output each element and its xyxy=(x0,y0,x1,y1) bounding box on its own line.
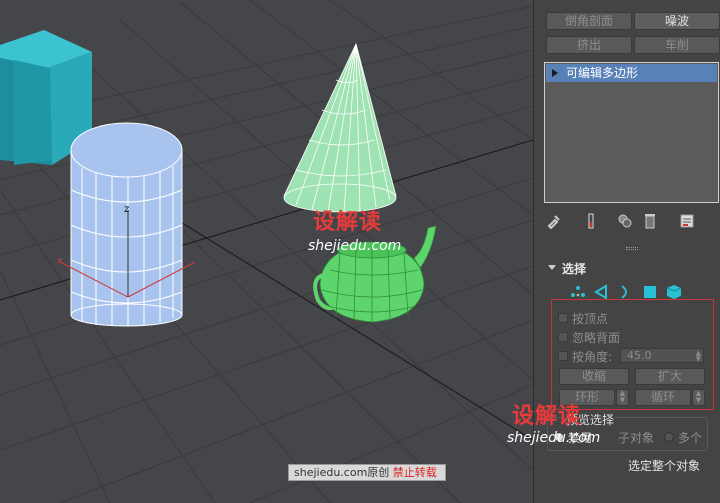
preview-subobject-label: 子对象 xyxy=(618,431,655,445)
polygon-mode-icon[interactable] xyxy=(642,284,658,300)
by-vertex-label: 按顶点 xyxy=(572,312,609,326)
show-end-result-icon[interactable] xyxy=(583,213,599,229)
watermark-url: shejiedu.com xyxy=(308,238,402,254)
axis-z-label: z xyxy=(124,204,129,215)
ring-spinner-icon[interactable]: ▲ ▼ xyxy=(616,389,629,406)
lathe-button[interactable]: 车削 xyxy=(634,36,720,54)
cone-mesh xyxy=(283,42,397,213)
watermark-bar-site: shejiedu.com原创 xyxy=(294,466,390,479)
preview-multi-label: 多个 xyxy=(678,431,703,445)
make-unique-icon[interactable] xyxy=(617,213,633,229)
spinner-arrows-icon[interactable]: ▲ ▼ xyxy=(696,350,701,363)
angle-spinner[interactable]: 45.0 ▲ ▼ xyxy=(620,348,704,363)
element-mode-icon[interactable] xyxy=(666,284,682,300)
select-whole-object-label: 选定整个对象 xyxy=(628,459,701,473)
by-angle-label: 按角度: xyxy=(572,350,613,364)
ignore-backfacing-label: 忽略背面 xyxy=(572,331,621,345)
watermark-logo: 设解读 xyxy=(313,210,383,235)
noise-button[interactable]: 噪波 xyxy=(634,12,720,30)
stack-item-editable-poly[interactable]: 可编辑多边形 xyxy=(546,64,717,82)
modifier-stack[interactable]: 可编辑多边形 xyxy=(544,62,719,203)
watermark-bar: shejiedu.com原创 禁止转载 xyxy=(288,464,446,481)
viewport-scene: z x xyxy=(0,0,533,503)
by-angle-checkbox[interactable] xyxy=(558,351,568,361)
watermark-url-2: shejiedu.com xyxy=(507,430,601,446)
by-vertex-checkbox[interactable] xyxy=(558,313,568,323)
selection-rollout-header[interactable]: 选择 xyxy=(544,259,719,277)
panel-drag-handle[interactable] xyxy=(626,247,638,250)
watermark-bar-note: 禁止转载 xyxy=(392,466,437,479)
rollout-collapse-icon[interactable] xyxy=(548,265,556,270)
perspective-viewport[interactable]: z x 设解读 shejiedu.com shejiedu.com原创 禁止转载 xyxy=(0,0,533,503)
expand-arrow-icon[interactable] xyxy=(552,69,558,77)
angle-value: 45.0 xyxy=(627,349,652,362)
pin-stack-icon[interactable] xyxy=(546,213,562,229)
extrude-button[interactable]: 挤出 xyxy=(546,36,632,54)
shrink-button[interactable]: 收缩 xyxy=(559,368,629,385)
loop-button[interactable]: 循环 xyxy=(635,389,691,406)
bevel-profile-button[interactable]: 倒角剖面 xyxy=(546,12,632,30)
edge-mode-icon[interactable] xyxy=(593,284,609,300)
stack-item-label: 可编辑多边形 xyxy=(566,66,639,80)
border-mode-icon[interactable] xyxy=(616,284,632,300)
grow-button[interactable]: 扩大 xyxy=(635,368,705,385)
remove-modifier-icon[interactable] xyxy=(642,213,658,229)
rollout-title: 选择 xyxy=(562,262,587,276)
loop-spinner-icon[interactable]: ▲ ▼ xyxy=(692,389,705,406)
cylinder-mesh xyxy=(70,122,183,327)
vertex-mode-icon[interactable] xyxy=(570,284,586,300)
ignore-backfacing-checkbox[interactable] xyxy=(558,332,568,342)
axis-x-label: x xyxy=(57,256,63,266)
preview-multi-radio[interactable] xyxy=(664,432,674,442)
watermark-logo-2: 设解读 xyxy=(512,404,582,429)
configure-modifier-sets-icon[interactable] xyxy=(679,213,695,229)
